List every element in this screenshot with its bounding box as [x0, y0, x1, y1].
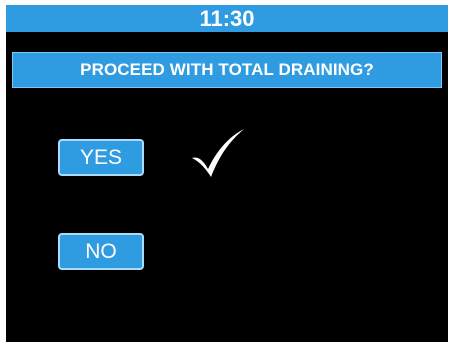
- device-screen: 11:30 PROCEED WITH TOTAL DRAINING? YES N…: [6, 5, 448, 342]
- no-button-label: NO: [85, 240, 117, 263]
- yes-button[interactable]: YES: [58, 139, 144, 176]
- status-bar: 11:30: [6, 5, 448, 32]
- dialog-title: PROCEED WITH TOTAL DRAINING?: [80, 60, 374, 79]
- checkmark-icon: [192, 129, 244, 177]
- dialog-title-bar: PROCEED WITH TOTAL DRAINING?: [12, 52, 442, 88]
- clock-time: 11:30: [199, 6, 255, 31]
- no-button[interactable]: NO: [58, 233, 144, 270]
- yes-button-label: YES: [79, 146, 123, 169]
